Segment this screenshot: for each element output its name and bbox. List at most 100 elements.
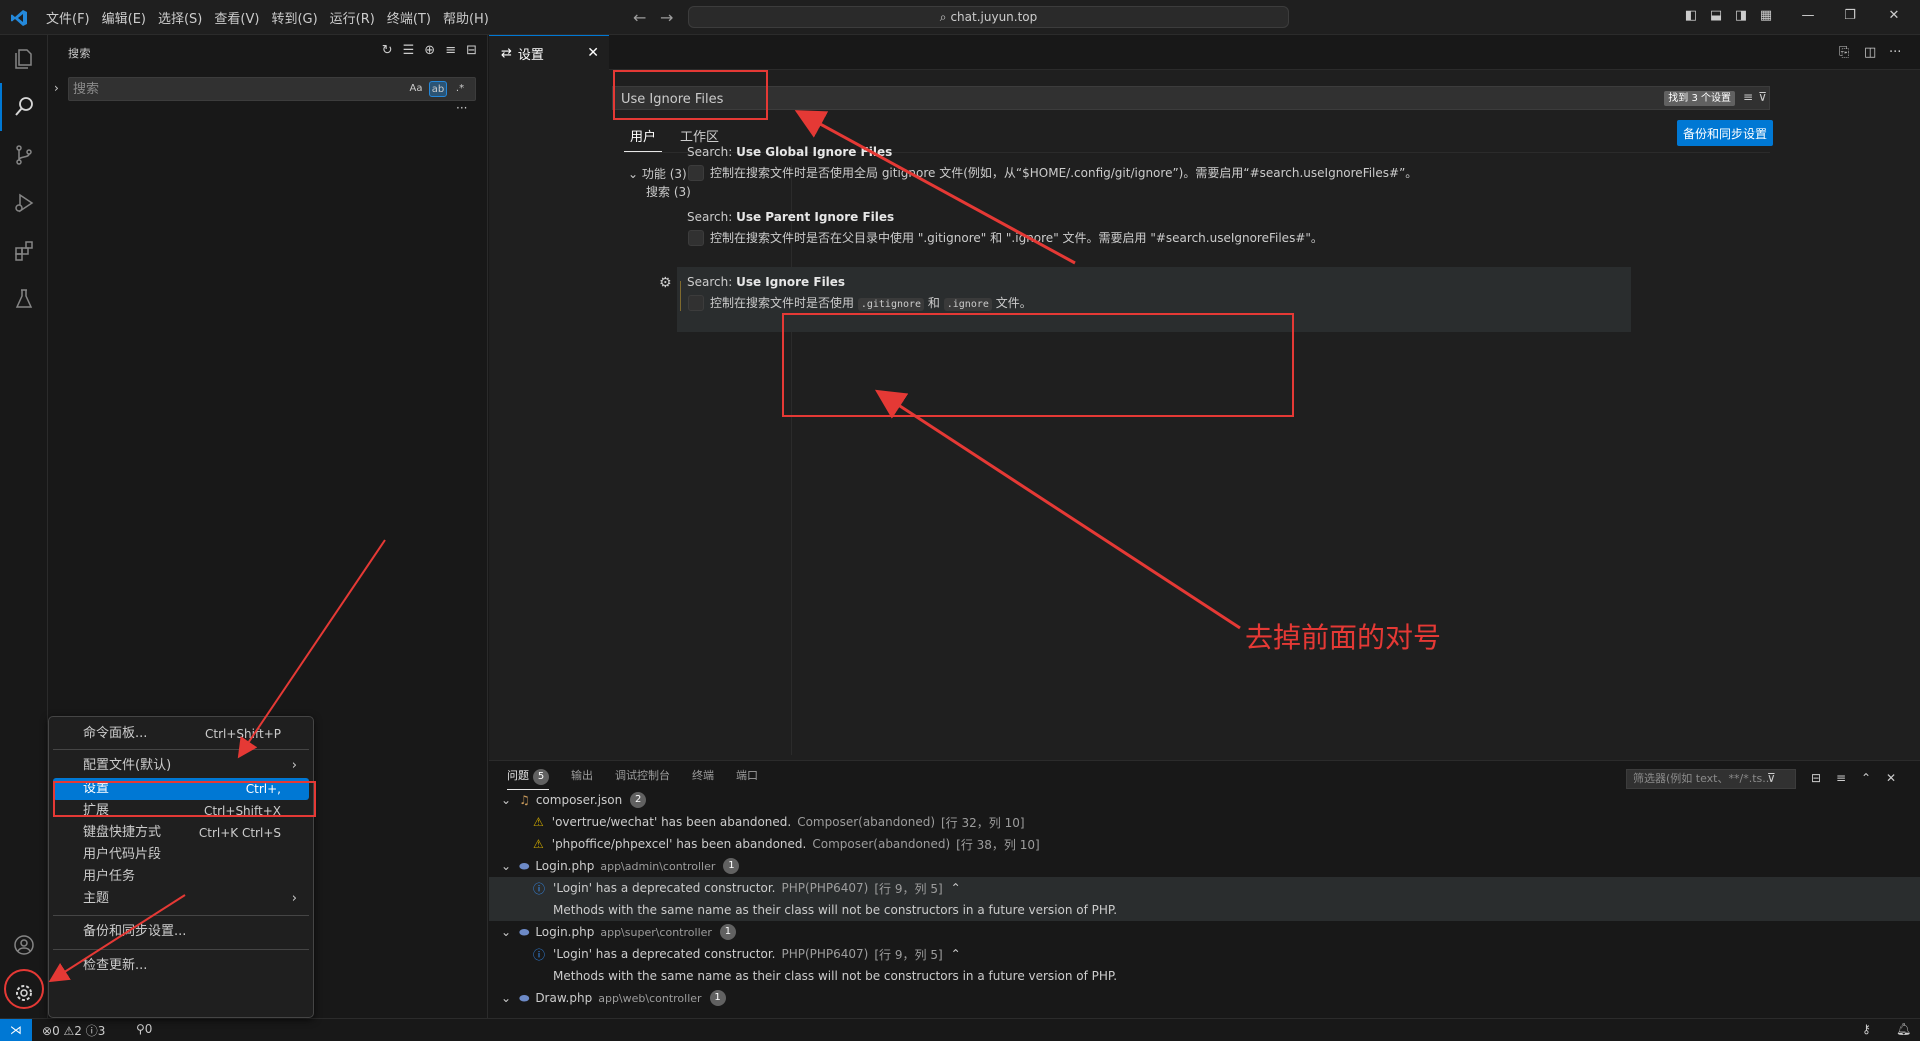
setting-name: Use Global Ignore Files <box>736 145 893 159</box>
settings-tab-icon: ⇄ <box>501 45 512 61</box>
open-settings-json-icon[interactable]: ⎘ <box>1839 45 1849 60</box>
testing-flask-icon[interactable] <box>0 275 48 323</box>
setting-title: Search: Use Global Ignore Files <box>687 145 892 159</box>
problem-file-row[interactable]: ⌄ ⬬ Login.php app\admin\controller 1 <box>489 855 1920 877</box>
menu-item-user-tasks[interactable]: 用户任务 <box>53 866 309 888</box>
tab-settings-label: 设置 <box>517 47 544 63</box>
remote-indicator-icon[interactable]: ⋊ <box>0 1019 32 1041</box>
notifications-bell-icon[interactable]: 🔔︎ <box>1896 1022 1911 1036</box>
menu-view[interactable]: 查看(V) <box>208 8 265 27</box>
toggle-secondary-sidebar-icon[interactable]: ◨ <box>1733 8 1749 24</box>
clear-results-icon[interactable]: ☰ <box>403 43 415 58</box>
menu-item-profiles[interactable]: 配置文件(默认) › <box>53 755 309 777</box>
menu-item-check-updates[interactable]: 检查更新... <box>53 955 309 977</box>
menu-file[interactable]: 文件(F) <box>40 8 96 27</box>
command-center[interactable]: ⌕ chat.juyun.top <box>688 6 1289 28</box>
use-regex-icon[interactable]: .* <box>451 81 469 97</box>
maximize-panel-icon[interactable]: ⌃ <box>1861 771 1871 785</box>
customize-layout-icon[interactable]: ▦ <box>1758 8 1774 24</box>
search-icon: ⌕ <box>939 9 947 24</box>
accounts-icon[interactable] <box>0 921 48 969</box>
match-case-icon[interactable]: Aa <box>407 81 425 97</box>
chevron-up-icon[interactable]: ⌃ <box>951 881 961 895</box>
extensions-icon[interactable] <box>0 227 48 275</box>
setting-name: Use Parent Ignore Files <box>736 210 895 224</box>
problem-file-row[interactable]: ⌄ ♫ composer.json 2 <box>489 789 1920 811</box>
setting-checkbox[interactable] <box>688 165 704 181</box>
problem-file-row[interactable]: ⌄ ⬬ Draw.php app\web\controller 1 <box>489 987 1920 1009</box>
menu-terminal[interactable]: 终端(T) <box>381 8 437 27</box>
settings-search-box: 找到 3 个设置 ≡ ⊽ <box>612 86 1770 110</box>
refresh-icon[interactable]: ↻ <box>382 43 393 58</box>
toggle-sidebar-icon[interactable]: ◧ <box>1683 8 1699 24</box>
menu-item-shortcut: Ctrl+K Ctrl+S <box>198 826 281 840</box>
more-actions-icon[interactable]: ··· <box>1889 45 1901 60</box>
explorer-icon[interactable] <box>0 35 48 83</box>
problem-file-row[interactable]: ⌄ ⬬ Login.php app\super\controller 1 <box>489 921 1920 943</box>
chevron-up-icon[interactable]: ⌃ <box>951 947 961 961</box>
source-control-icon[interactable] <box>0 131 48 179</box>
tab-user[interactable]: 用户 <box>624 122 663 152</box>
panel-tab-terminal[interactable]: 终端 <box>692 767 714 790</box>
problem-row[interactable]: ⚠ 'overtrue/wechat' has been abandoned. … <box>489 811 1920 833</box>
menu-selection[interactable]: 选择(S) <box>152 8 208 27</box>
panel-tab-problems[interactable]: 问题 5 <box>507 767 549 790</box>
forward-arrow-icon[interactable]: → <box>660 8 673 27</box>
filter-icon[interactable]: ⊽ <box>1758 90 1767 104</box>
warning-icon: ⚠ <box>533 815 544 829</box>
menu-item-themes[interactable]: 主题 › <box>53 888 309 910</box>
restore-icon[interactable]: ❐ <box>1842 8 1858 24</box>
toggle-replace-chevron-icon[interactable]: › <box>54 81 59 95</box>
setting-checkbox[interactable] <box>688 295 704 311</box>
filter-icon[interactable]: ⊽ <box>1767 771 1776 785</box>
problem-row[interactable]: ⓘ 'Login' has a deprecated constructor. … <box>489 877 1920 899</box>
menu-edit[interactable]: 编辑(E) <box>96 8 152 27</box>
view-as-tree-icon[interactable]: ≡ <box>445 43 456 58</box>
collapse-all-icon[interactable]: ⊟ <box>466 43 477 58</box>
close-panel-icon[interactable]: ✕ <box>1886 771 1896 785</box>
problem-row[interactable]: ⚠ 'phpoffice/phpexcel' has been abandone… <box>489 833 1920 855</box>
file-problem-count: 1 <box>719 924 736 940</box>
menu-item-command-palette[interactable]: 命令面板... Ctrl+Shift+P <box>53 723 309 745</box>
back-arrow-icon[interactable]: ← <box>633 8 646 27</box>
split-editor-icon[interactable]: ◫ <box>1864 45 1876 60</box>
sidebar-actions: ↻ ☰ ⊕ ≡ ⊟ <box>382 43 477 58</box>
panel-tab-ports[interactable]: 端口 <box>736 767 758 790</box>
panel-tab-output[interactable]: 输出 <box>571 767 593 790</box>
menu-help[interactable]: 帮助(H) <box>437 8 495 27</box>
menu-item-label: 用户代码片段 <box>83 847 162 862</box>
title-bar: 文件(F) 编辑(E) 选择(S) 查看(V) 转到(G) 运行(R) 终端(T… <box>0 0 1920 35</box>
more-options-icon[interactable]: ··· <box>456 101 467 115</box>
run-debug-icon[interactable] <box>0 179 48 227</box>
annotation-circle-gear <box>4 969 44 1009</box>
menu-item-backup-sync[interactable]: 备份和同步设置... <box>53 921 309 943</box>
problems-status[interactable]: ⊗0 ⚠2 ⓘ3 <box>42 1022 105 1039</box>
menu-item-keyboard-shortcuts[interactable]: 键盘快捷方式 Ctrl+K Ctrl+S <box>53 822 309 844</box>
problem-message: 'Login' has a deprecated constructor. <box>553 881 776 895</box>
setting-gear-icon[interactable]: ⚙ <box>659 275 672 291</box>
close-tab-icon[interactable]: ✕ <box>587 45 599 61</box>
search-input[interactable] <box>73 80 393 98</box>
problem-message: 'overtrue/wechat' has been abandoned. <box>551 815 792 829</box>
clear-filter-icon[interactable]: ≡ <box>1743 90 1753 104</box>
view-as-list-icon[interactable]: ≡ <box>1836 771 1846 785</box>
close-window-icon[interactable]: ✕ <box>1886 8 1902 24</box>
ports-status[interactable]: ⚲0 <box>136 1022 152 1036</box>
menu-go[interactable]: 转到(G) <box>265 8 323 27</box>
toggle-panel-icon[interactable]: ⬓ <box>1708 8 1724 24</box>
menu-item-user-snippets[interactable]: 用户代码片段 <box>53 844 309 866</box>
problem-location: [行 38，列 10] <box>956 837 1040 852</box>
tab-settings[interactable]: ⇄ 设置 ✕ <box>489 35 609 70</box>
problem-row[interactable]: ⓘ 'Login' has a deprecated constructor. … <box>489 943 1920 965</box>
menu-run[interactable]: 运行(R) <box>324 8 381 27</box>
collapse-all-icon[interactable]: ⊟ <box>1811 771 1821 785</box>
minimize-icon[interactable]: — <box>1800 8 1816 24</box>
search-activity-icon[interactable] <box>0 83 48 131</box>
key-icon[interactable]: ⚷ <box>1862 1022 1871 1036</box>
panel-tab-debug-console[interactable]: 调试控制台 <box>615 767 670 790</box>
new-search-editor-icon[interactable]: ⊕ <box>424 43 435 58</box>
match-whole-word-icon[interactable]: ab <box>429 81 447 97</box>
problem-detail: Methods with the same name as their clas… <box>553 903 1118 917</box>
setting-description: 控制在搜索文件时是否使用 .gitignore 和 .ignore 文件。 <box>710 294 1032 311</box>
setting-checkbox[interactable] <box>688 230 704 246</box>
